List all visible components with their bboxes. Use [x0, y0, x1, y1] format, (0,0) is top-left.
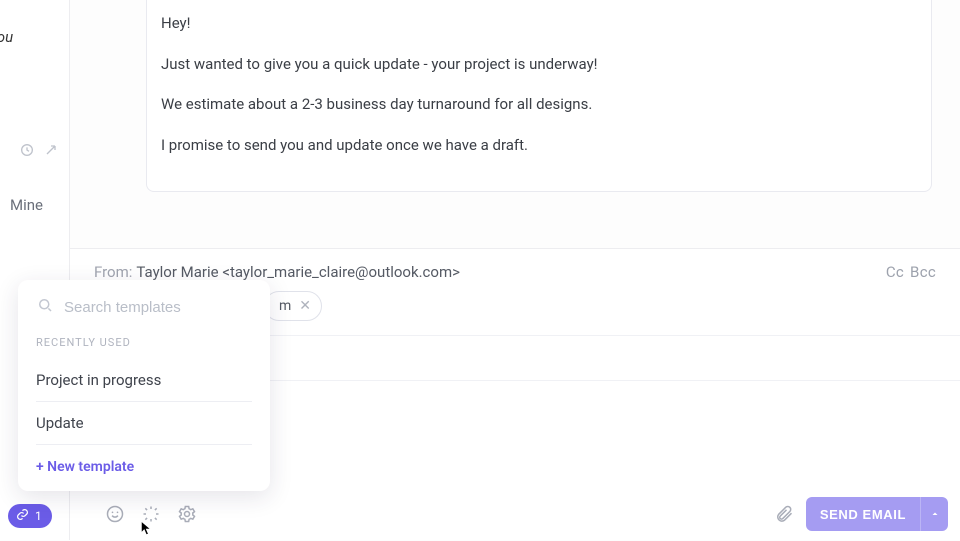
- new-template-button[interactable]: + New template: [18, 445, 270, 477]
- send-dropdown-caret[interactable]: [920, 497, 948, 531]
- settings-icon[interactable]: [176, 503, 198, 525]
- from-value: Taylor Marie <taylor_marie_claire@outloo…: [136, 263, 460, 281]
- templates-icon[interactable]: [140, 503, 162, 525]
- remove-recipient-icon[interactable]: ✕: [299, 298, 311, 314]
- from-label: From:: [94, 263, 132, 281]
- attachment-icon[interactable]: [774, 504, 794, 524]
- sidebar-action-row: [0, 142, 69, 162]
- expand-icon[interactable]: [43, 142, 59, 162]
- template-search-row: [18, 294, 270, 330]
- compose-toolbar: SEND EMAIL: [0, 494, 960, 540]
- link-icon: [16, 508, 29, 524]
- send-group: SEND EMAIL: [774, 497, 948, 531]
- email-paragraph: We estimate about a 2-3 business day tur…: [161, 93, 917, 116]
- send-email-label: SEND EMAIL: [806, 507, 920, 522]
- mine-tab[interactable]: Mine: [10, 196, 43, 214]
- recipient-chip-text: m: [279, 298, 291, 314]
- template-item-project-in-progress[interactable]: Project in progress: [36, 359, 252, 402]
- recently-used-heading: RECENTLY USED: [18, 330, 270, 359]
- linked-items-pill[interactable]: 1: [8, 504, 52, 528]
- email-paragraph: Hey!: [161, 12, 917, 35]
- thread-you-label: you: [0, 28, 13, 46]
- template-search-input[interactable]: [64, 299, 263, 316]
- template-item-update[interactable]: Update: [36, 402, 252, 445]
- emoji-icon[interactable]: [104, 503, 126, 525]
- cc-toggle[interactable]: Cc: [886, 263, 904, 281]
- send-email-button[interactable]: SEND EMAIL: [806, 497, 948, 531]
- snooze-icon[interactable]: [19, 142, 35, 162]
- email-paragraph: I promise to send you and update once we…: [161, 134, 917, 157]
- link-count: 1: [35, 509, 42, 523]
- recipient-chip[interactable]: m ✕: [264, 291, 322, 321]
- email-paragraph: Just wanted to give you a quick update -…: [161, 53, 917, 76]
- bcc-toggle[interactable]: Bcc: [910, 263, 936, 281]
- previous-email-body: Hey! Just wanted to give you a quick upd…: [146, 0, 932, 192]
- search-icon: [36, 296, 54, 318]
- templates-popover: RECENTLY USED Project in progress Update…: [18, 280, 270, 491]
